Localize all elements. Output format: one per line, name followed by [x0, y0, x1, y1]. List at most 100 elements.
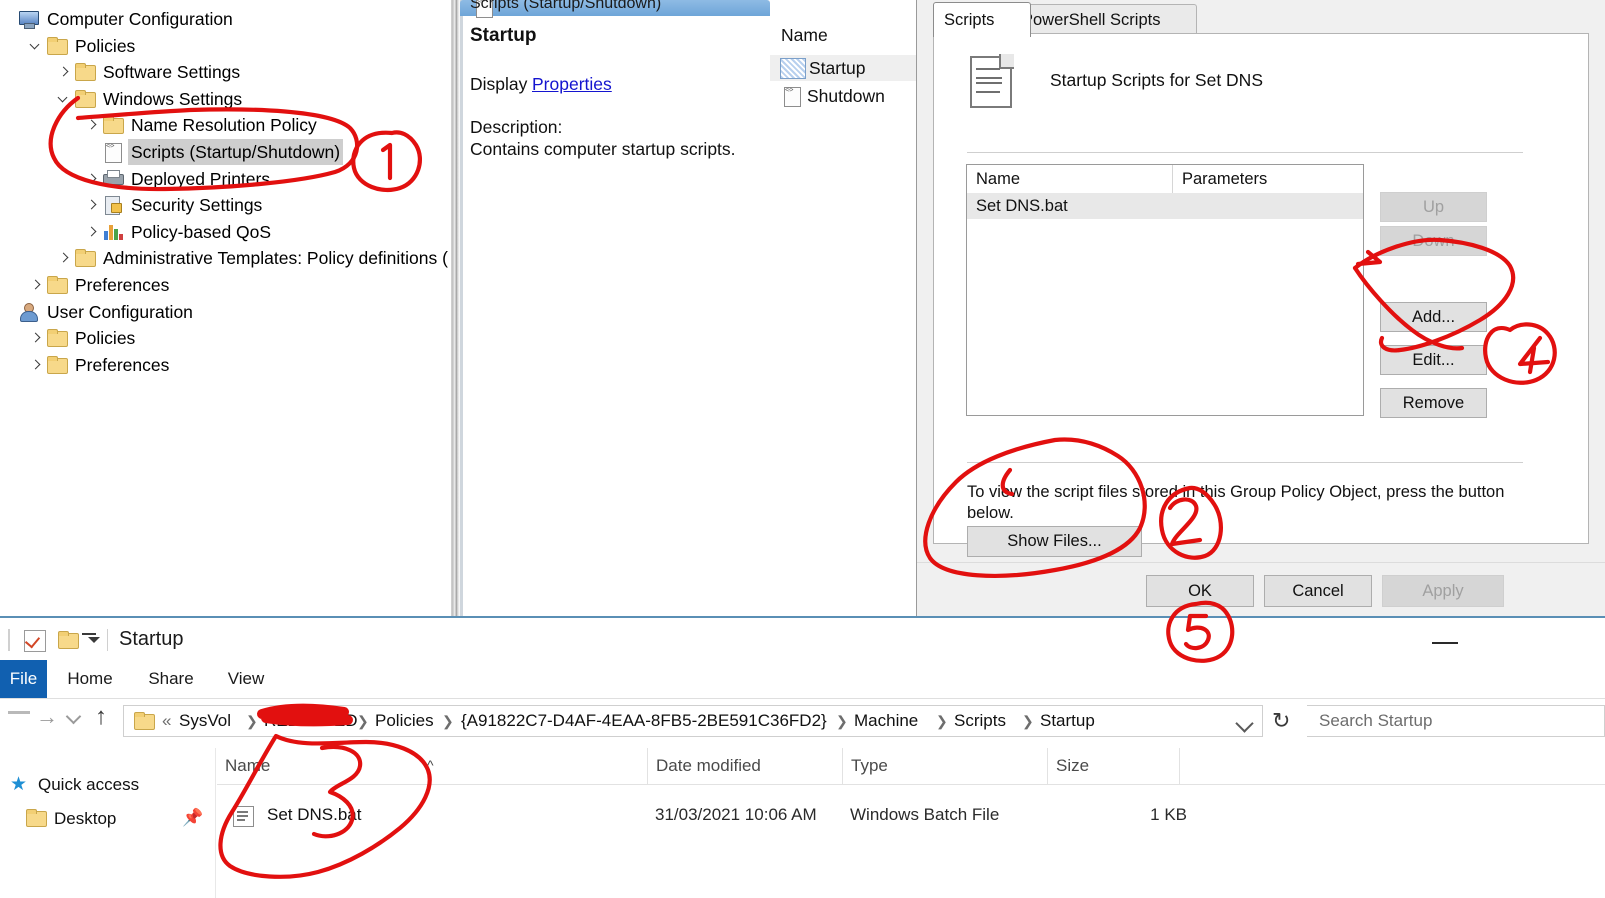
tree-item-computer-configuration[interactable]: Computer Configuration	[0, 6, 236, 32]
up-one-level-icon[interactable]: ↑	[95, 704, 107, 730]
tree-item-administrative-templates-policy-definitions-ad[interactable]: Administrative Templates: Policy definit…	[56, 245, 475, 271]
tree-item-user-configuration[interactable]: User Configuration	[0, 299, 196, 325]
column-header-size[interactable]: Size	[1047, 748, 1179, 784]
description-text: Contains computer startup scripts.	[470, 139, 736, 159]
breadcrumb-item-scripts[interactable]: Scripts	[954, 706, 1006, 736]
down-button[interactable]: Down	[1380, 226, 1487, 256]
breadcrumb-overflow[interactable]: «	[162, 706, 171, 736]
sort-ascending-icon: ^	[427, 757, 434, 773]
chevron-right-icon[interactable]	[56, 245, 73, 271]
chevron-down-icon[interactable]	[1235, 714, 1254, 733]
chevron-down-icon[interactable]	[28, 33, 45, 59]
tree-pane-splitter[interactable]	[448, 0, 460, 616]
tree-item-scripts-startup-shutdown[interactable]: Scripts (Startup/Shutdown)	[84, 139, 344, 165]
breadcrumb-item-gpo-guid[interactable]: {A91822C7-D4AF-4EAA-8FB5-2BE591C36FD2}	[461, 706, 827, 736]
column-header-name[interactable]: Name	[967, 165, 1181, 193]
tree-item-label: Computer Configuration	[47, 9, 233, 29]
column-header-parameters[interactable]: Parameters	[1173, 165, 1372, 193]
breadcrumb[interactable]: « SysVol ❯ REDACTED ❯ Policies ❯ {A91822…	[123, 705, 1263, 737]
tab-share[interactable]: Share	[135, 660, 207, 698]
dialog-tab-page: Startup Scripts for Set DNS Name Paramet…	[933, 33, 1589, 557]
breadcrumb-separator[interactable]: ❯	[1022, 706, 1034, 736]
breadcrumb-item-startup[interactable]: Startup	[1040, 706, 1095, 736]
breadcrumb-separator[interactable]: ❯	[357, 706, 369, 736]
tree-item-policies[interactable]: Policies	[28, 325, 138, 351]
breadcrumb-item-sysvol[interactable]: SysVol	[179, 706, 231, 736]
up-button[interactable]: Up	[1380, 192, 1487, 222]
chevron-right-icon[interactable]	[84, 192, 101, 218]
script-list[interactable]: Name Parameters Set DNS.bat	[966, 164, 1364, 416]
chevron-right-icon[interactable]	[84, 219, 101, 245]
folder-icon	[101, 115, 125, 135]
nav-item-desktop[interactable]: Desktop 📌	[10, 804, 210, 834]
recent-locations-icon[interactable]	[65, 708, 82, 725]
tab-scripts[interactable]: Scripts	[933, 2, 1031, 37]
tab-view[interactable]: View	[215, 660, 277, 698]
forward-icon[interactable]: →	[36, 706, 58, 728]
chevron-right-icon[interactable]	[84, 112, 101, 138]
star-icon: ★	[10, 774, 28, 795]
chevron-placeholder-icon	[0, 6, 17, 32]
tree-item-windows-settings[interactable]: Windows Settings	[56, 86, 245, 112]
back-icon[interactable]	[8, 711, 30, 714]
folder-icon	[24, 808, 49, 838]
apply-button[interactable]: Apply	[1382, 575, 1504, 607]
tree-item-software-settings[interactable]: Software Settings	[56, 59, 243, 85]
tree-item-policy-based-qos[interactable]: Policy-based QoS	[84, 219, 274, 245]
add-button[interactable]: Add...	[1380, 302, 1487, 332]
breadcrumb-separator[interactable]: ❯	[442, 706, 454, 736]
tree-item-preferences[interactable]: Preferences	[28, 272, 172, 298]
list-item[interactable]: Shutdown	[770, 83, 917, 109]
tree-item-name-resolution-policy[interactable]: Name Resolution Policy	[84, 112, 320, 138]
tab-powershell-scripts[interactable]: PowerShell Scripts	[1011, 4, 1197, 35]
explorer-address-bar: → ↑ « SysVol ❯ REDACTED ❯ Policies ❯ {A9…	[0, 699, 1605, 743]
properties-link[interactable]: Properties	[532, 74, 612, 95]
show-files-button[interactable]: Show Files...	[967, 526, 1142, 557]
tree-item-deployed-printers[interactable]: Deployed Printers	[84, 166, 273, 192]
list-item[interactable]: Startup	[770, 55, 917, 81]
chevron-right-icon[interactable]	[56, 59, 73, 85]
chevron-down-icon[interactable]	[88, 637, 100, 643]
chevron-right-icon[interactable]	[28, 325, 45, 351]
breadcrumb-item-machine[interactable]: Machine	[854, 706, 918, 736]
tree-item-security-settings[interactable]: Security Settings	[84, 192, 265, 218]
tree-item-policies[interactable]: Policies	[28, 33, 138, 59]
breadcrumb-item-policies[interactable]: Policies	[375, 706, 434, 736]
nav-item-label: Quick access	[38, 775, 140, 794]
chevron-right-icon[interactable]	[84, 166, 101, 192]
tab-file[interactable]: File	[0, 660, 47, 698]
qos-icon	[101, 222, 125, 242]
folder-icon[interactable]	[56, 630, 81, 655]
tree-item-label: Preferences	[75, 354, 170, 375]
search-input[interactable]: Search Startup	[1307, 705, 1605, 737]
chevron-right-icon[interactable]	[28, 272, 45, 298]
file-list-column-headers: Name ^ Date modified Type Size	[217, 748, 1605, 785]
tree-item-preferences[interactable]: Preferences	[28, 352, 172, 378]
startup-properties-dialog: Scripts PowerShell Scripts Startup Scrip…	[916, 0, 1605, 616]
security-icon	[101, 195, 125, 216]
folder-icon	[45, 275, 69, 295]
detail-pane-edge	[460, 0, 463, 616]
dialog-separator-lower	[967, 462, 1523, 463]
minimize-button[interactable]	[1432, 642, 1458, 644]
column-header-date-modified[interactable]: Date modified	[647, 748, 842, 784]
quick-access-toolbar-icon	[82, 633, 96, 635]
table-row[interactable]: Set DNS.bat 31/03/2021 10:06 AM Windows …	[217, 798, 1605, 832]
column-header-type[interactable]: Type	[842, 748, 1047, 784]
column-divider[interactable]	[1179, 748, 1180, 784]
refresh-icon[interactable]: ↻	[1272, 710, 1290, 732]
chevron-down-icon[interactable]	[56, 86, 73, 112]
cancel-button[interactable]: Cancel	[1264, 575, 1372, 607]
tab-home[interactable]: Home	[55, 660, 125, 698]
breadcrumb-separator[interactable]: ❯	[936, 706, 948, 736]
ok-button[interactable]: OK	[1146, 575, 1254, 607]
breadcrumb-item-domain[interactable]: REDACTED	[264, 706, 358, 736]
chevron-right-icon[interactable]	[28, 352, 45, 378]
table-row[interactable]: Set DNS.bat	[967, 193, 1363, 219]
pin-icon[interactable]: 📌	[182, 809, 203, 826]
remove-button[interactable]: Remove	[1380, 388, 1487, 418]
breadcrumb-separator[interactable]: ❯	[836, 706, 848, 736]
edit-button[interactable]: Edit...	[1380, 345, 1487, 375]
checkbox-icon[interactable]	[24, 630, 46, 652]
breadcrumb-separator[interactable]: ❯	[246, 706, 258, 736]
